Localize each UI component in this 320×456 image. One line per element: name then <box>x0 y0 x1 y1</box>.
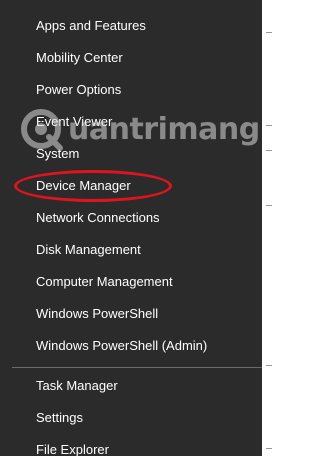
menu-item-event-viewer[interactable]: Event Viewer <box>0 106 262 138</box>
context-menu: Apps and Features Mobility Center Power … <box>0 0 262 456</box>
menu-item-file-explorer[interactable]: File Explorer <box>0 434 262 456</box>
menu-item-disk-management[interactable]: Disk Management <box>0 234 262 266</box>
menu-item-windows-powershell-admin[interactable]: Windows PowerShell (Admin) <box>0 330 262 362</box>
menu-item-apps-and-features[interactable]: Apps and Features <box>0 10 262 42</box>
menu-item-mobility-center[interactable]: Mobility Center <box>0 42 262 74</box>
menu-item-windows-powershell[interactable]: Windows PowerShell <box>0 298 262 330</box>
menu-item-power-options[interactable]: Power Options <box>0 74 262 106</box>
menu-separator <box>12 367 262 368</box>
menu-item-computer-management[interactable]: Computer Management <box>0 266 262 298</box>
background-window-edge <box>262 0 272 456</box>
menu-item-system[interactable]: System <box>0 138 262 170</box>
menu-item-network-connections[interactable]: Network Connections <box>0 202 262 234</box>
menu-item-settings[interactable]: Settings <box>0 402 262 434</box>
menu-item-device-manager[interactable]: Device Manager <box>0 170 262 202</box>
menu-item-task-manager[interactable]: Task Manager <box>0 370 262 402</box>
